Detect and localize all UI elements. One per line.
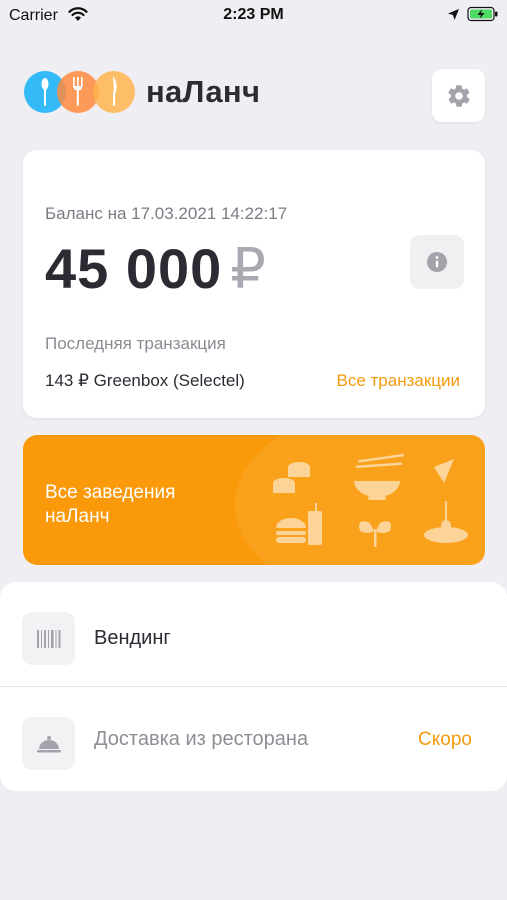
- brand-name: наЛанч: [146, 74, 261, 109]
- banner-title: Все заведения наЛанч: [45, 482, 176, 527]
- all-places-banner[interactable]: Все заведения наЛанч: [23, 435, 485, 565]
- balance-card: Баланс на 17.03.2021 14:22:17 45 000 ₽ По…: [23, 150, 485, 418]
- balance-date: Баланс на 17.03.2021 14:22:17: [45, 204, 288, 223]
- info-button[interactable]: [410, 235, 464, 289]
- balance-amount: 45 000 ₽: [45, 236, 267, 302]
- last-transaction-value: 143 ₽ Greenbox (Selectel): [45, 371, 245, 390]
- last-transaction-label: Последняя транзакция: [45, 334, 226, 353]
- list-item-vending[interactable]: Вендинг: [0, 582, 507, 687]
- food-icons-illustration: [273, 453, 468, 547]
- location-arrow-icon: [448, 9, 459, 20]
- barcode-icon: [22, 612, 75, 665]
- clock: 2:23 PM: [223, 6, 284, 23]
- services-list: Вендинг Доставка из ресторана Скоро: [0, 582, 507, 791]
- list-item-restaurant-delivery[interactable]: Доставка из ресторана Скоро: [0, 687, 507, 791]
- currency-symbol: ₽: [230, 237, 267, 300]
- balance-value: 45 000: [45, 237, 223, 300]
- all-transactions-link[interactable]: Все транзакции: [336, 371, 460, 391]
- restaurant-delivery-label: Доставка из ресторана: [94, 728, 309, 750]
- logo-icon: [24, 71, 135, 113]
- battery-charging-icon: [467, 6, 498, 22]
- coming-soon-badge: Скоро: [418, 729, 472, 750]
- settings-button[interactable]: [432, 69, 485, 122]
- status-bar: Carrier 2:23 PM: [0, 0, 507, 30]
- info-icon: [427, 252, 447, 272]
- cloche-icon: [22, 717, 75, 770]
- vending-label: Вендинг: [94, 627, 171, 649]
- gear-icon: [447, 84, 470, 107]
